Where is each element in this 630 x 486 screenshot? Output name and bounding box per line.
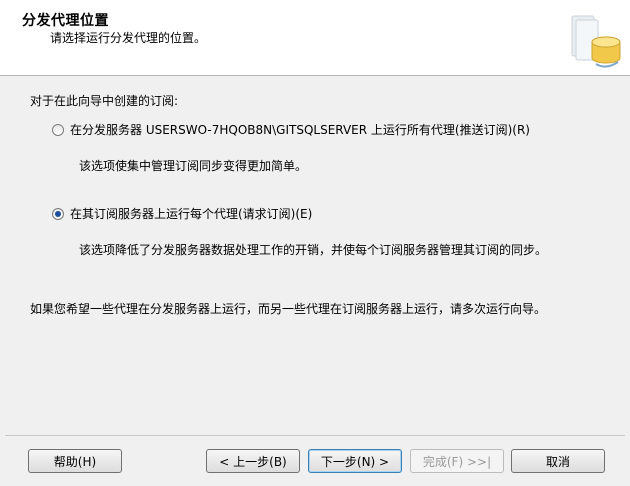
finish-button[interactable]: 完成(F) >>| — [410, 449, 504, 473]
intro-text: 对于在此向导中创建的订阅: — [30, 94, 179, 108]
next-button[interactable]: 下一步(N) > — [308, 449, 402, 473]
page-title: 分发代理位置 — [22, 13, 109, 29]
push-subscription-radio[interactable] — [52, 123, 64, 136]
push-subscription-option[interactable]: 在分发服务器 USERSWO-7HQOB8N\GITSQLSERVER 上运行所… — [52, 121, 530, 138]
cancel-button[interactable]: 取消 — [511, 449, 605, 473]
page-subtitle: 请选择运行分发代理的位置。 — [50, 31, 207, 45]
pull-subscription-label: 在其订阅服务器上运行每个代理(请求订阅)(E) — [70, 207, 313, 221]
pull-subscription-description: 该选项降低了分发服务器数据处理工作的开销，并使每个订阅服务器管理其订阅的同步。 — [79, 243, 548, 257]
push-subscription-description: 该选项使集中管理订阅同步变得更加简单。 — [79, 159, 308, 173]
wizard-database-icon — [571, 15, 621, 68]
pull-subscription-radio[interactable] — [52, 207, 64, 220]
footer-note: 如果您希望一些代理在分发服务器上运行，而另一些代理在订阅服务器上运行，请多次运行… — [30, 302, 547, 316]
push-subscription-label: 在分发服务器 USERSWO-7HQOB8N\GITSQLSERVER 上运行所… — [70, 123, 530, 137]
back-button[interactable]: < 上一步(B) — [206, 449, 300, 473]
pull-subscription-option[interactable]: 在其订阅服务器上运行每个代理(请求订阅)(E) — [52, 205, 312, 222]
wizard-header: 分发代理位置 请选择运行分发代理的位置。 — [0, 0, 630, 76]
help-button[interactable]: 帮助(H) — [28, 449, 122, 473]
footer-divider — [5, 435, 625, 436]
